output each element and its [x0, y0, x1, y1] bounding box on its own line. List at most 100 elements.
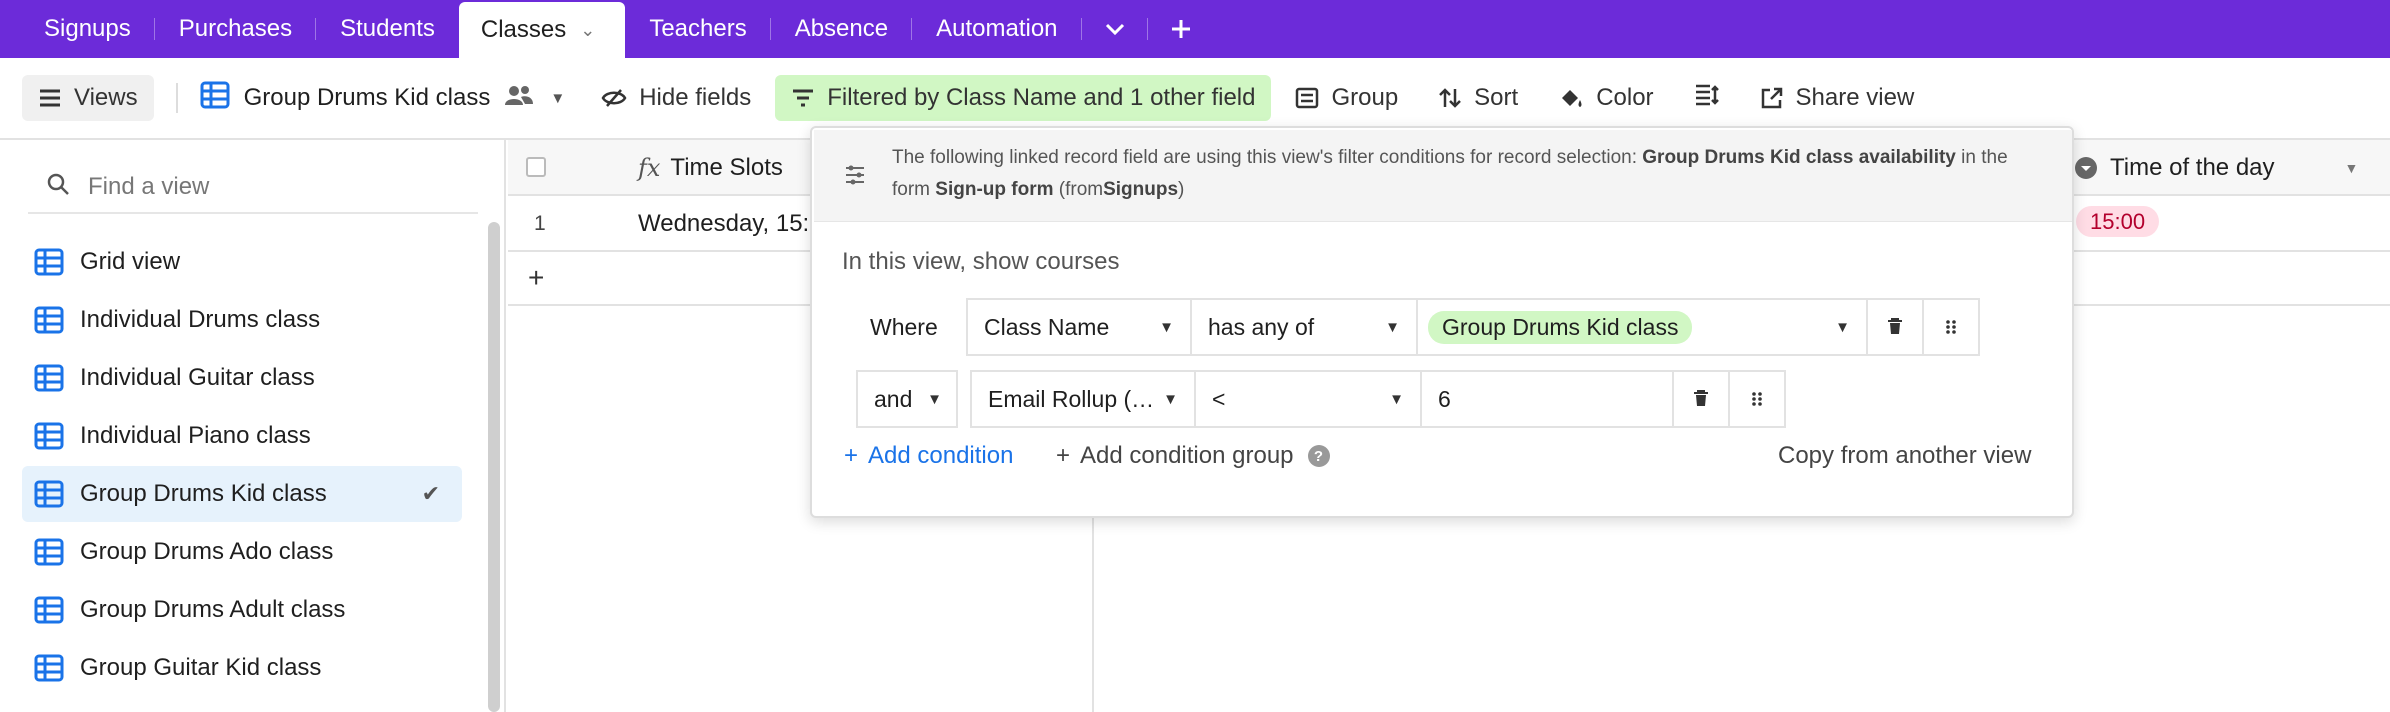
sidebar-item-label: Grid view [80, 248, 181, 275]
chevron-down-icon[interactable]: ▼ [2345, 160, 2359, 176]
caret-down-icon: ▼ [1159, 318, 1174, 336]
views-label: Views [74, 84, 138, 111]
conjunction-select[interactable]: and ▼ [856, 370, 958, 428]
row-height-icon [1694, 83, 1720, 114]
filter-settings-icon [844, 164, 866, 196]
select-all-checkbox[interactable] [526, 157, 546, 177]
sidebar-item-individual-piano[interactable]: Individual Piano class [22, 408, 462, 464]
sidebar-item-individual-drums[interactable]: Individual Drums class [22, 292, 462, 348]
add-condition-group-button[interactable]: + Add condition group ? [1056, 442, 1330, 470]
tab-students[interactable]: Students [316, 0, 459, 58]
drag-handle-icon [1751, 386, 1763, 413]
cell-time-of-day[interactable]: 15:00 [2076, 206, 2160, 237]
notice-text: (from [1058, 179, 1104, 200]
more-tables-chevron-icon[interactable] [1082, 0, 1148, 58]
sort-button[interactable]: Sort [1422, 75, 1534, 121]
grid-view-icon [34, 363, 64, 393]
tab-purchases[interactable]: Purchases [155, 0, 317, 58]
share-view-label: Share view [1795, 84, 1915, 111]
sidebar-item-group-guitar-kid[interactable]: Group Guitar Kid class [22, 640, 462, 696]
eye-off-icon [601, 88, 627, 108]
plus-icon: + [844, 442, 859, 469]
sidebar-item-group-drums-adult[interactable]: Group Drums Adult class [22, 582, 462, 638]
column-header-time-slots[interactable]: fx Time Slots [638, 140, 783, 196]
row-height-button[interactable] [1678, 75, 1736, 121]
condition-field-select[interactable]: Class Name ▼ [966, 298, 1192, 356]
filter-label: Filtered by Class Name and 1 other field [827, 84, 1256, 111]
grid-view-icon [34, 537, 64, 567]
formula-icon: fx [638, 154, 661, 182]
sidebar-item-individual-guitar[interactable]: Individual Guitar class [22, 350, 462, 406]
filter-subtitle: In this view, show courses [842, 248, 1120, 275]
color-button[interactable]: Color [1542, 75, 1669, 121]
add-row-plus-icon[interactable]: + [528, 262, 544, 294]
cell-time-slots[interactable]: Wednesday, 15:0 [638, 210, 823, 238]
tab-automation[interactable]: Automation [912, 0, 1082, 58]
drag-handle-icon [1945, 314, 1957, 341]
sidebar-item-group-drums-kid[interactable]: Group Drums Kid class ✔ [22, 466, 462, 522]
caret-down-icon: ▼ [927, 390, 942, 408]
views-button[interactable]: Views [22, 75, 154, 121]
trash-icon [1693, 386, 1709, 413]
conjunction-label: and [874, 385, 913, 412]
column-header-time-of-day[interactable]: Time of the day ▼ [2074, 140, 2358, 196]
tab-signups[interactable]: Signups [20, 0, 155, 58]
field-label: Email Rollup (… [988, 385, 1155, 412]
delete-condition-button[interactable] [1672, 370, 1730, 428]
add-condition-label: Add condition [868, 442, 1014, 469]
copy-label: Copy from another view [1778, 442, 2032, 469]
group-button[interactable]: Group [1279, 75, 1414, 121]
delete-condition-button[interactable] [1866, 298, 1924, 356]
tab-teachers[interactable]: Teachers [625, 0, 772, 58]
condition-value-input[interactable]: 6 [1420, 370, 1674, 428]
hide-fields-button[interactable]: Hide fields [585, 75, 767, 121]
condition-operator-select[interactable]: < ▼ [1194, 370, 1422, 428]
grid-view-icon [34, 247, 64, 277]
filter-popover: The following linked record field are us… [810, 126, 2074, 518]
hide-fields-label: Hide fields [639, 84, 752, 111]
add-condition-button[interactable]: + Add condition [844, 442, 1013, 470]
current-view-name[interactable]: Group Drums Kid class ▼ [200, 80, 565, 117]
grid-view-icon [200, 80, 230, 117]
filter-condition-row: Where Class Name ▼ has any of ▼ Group Dr… [854, 298, 1980, 356]
conjunction-label: Where [870, 313, 938, 340]
help-icon[interactable]: ? [1307, 445, 1330, 467]
caret-down-icon: ▼ [1389, 390, 1404, 408]
group-icon [1295, 87, 1319, 109]
sidebar-item-label: Group Guitar Kid class [80, 654, 322, 681]
grid-view-icon [34, 305, 64, 335]
column-label: Time Slots [670, 154, 783, 181]
drag-handle[interactable] [1922, 298, 1980, 356]
condition-conjunction: Where [854, 298, 968, 356]
paint-bucket-icon [1558, 86, 1584, 110]
copy-from-another-view-button[interactable]: Copy from another view [1778, 442, 2031, 470]
condition-field-select[interactable]: Email Rollup (… ▼ [970, 370, 1196, 428]
tab-classes[interactable]: Classes ⌄ [458, 2, 626, 58]
find-view-search[interactable]: Find a view [28, 162, 478, 214]
tab-absence[interactable]: Absence [771, 0, 913, 58]
caret-down-icon: ▼ [1385, 318, 1400, 336]
field-label: Class Name [984, 313, 1110, 340]
sidebar-item-grid-view[interactable]: Grid view [22, 234, 462, 290]
color-label: Color [1596, 84, 1654, 111]
condition-value-select[interactable]: Group Drums Kid class ▼ [1416, 298, 1868, 356]
filter-condition-row: and ▼ Email Rollup (… ▼ < ▼ 6 [856, 370, 1786, 428]
chevron-down-icon[interactable]: ⌄ [580, 20, 595, 41]
add-table-plus-icon[interactable] [1148, 0, 1214, 58]
condition-operator-select[interactable]: has any of ▼ [1190, 298, 1418, 356]
plus-icon: + [1056, 442, 1071, 469]
grid-view-icon [34, 479, 64, 509]
sort-label: Sort [1474, 84, 1519, 111]
sidebar-item-label: Individual Guitar class [80, 364, 315, 391]
filter-button[interactable]: Filtered by Class Name and 1 other field [775, 75, 1272, 121]
grid-view-icon [34, 421, 64, 451]
chevron-down-icon[interactable]: ▼ [550, 90, 565, 107]
search-placeholder: Find a view [88, 173, 210, 200]
divider [175, 83, 178, 113]
notice-text: ) [1178, 179, 1185, 200]
share-view-button[interactable]: Share view [1744, 75, 1931, 121]
drag-handle[interactable] [1728, 370, 1786, 428]
sidebar-item-label: Group Drums Adult class [80, 596, 346, 623]
sidebar-scrollbar[interactable] [488, 222, 500, 712]
sidebar-item-group-drums-ado[interactable]: Group Drums Ado class [22, 524, 462, 580]
